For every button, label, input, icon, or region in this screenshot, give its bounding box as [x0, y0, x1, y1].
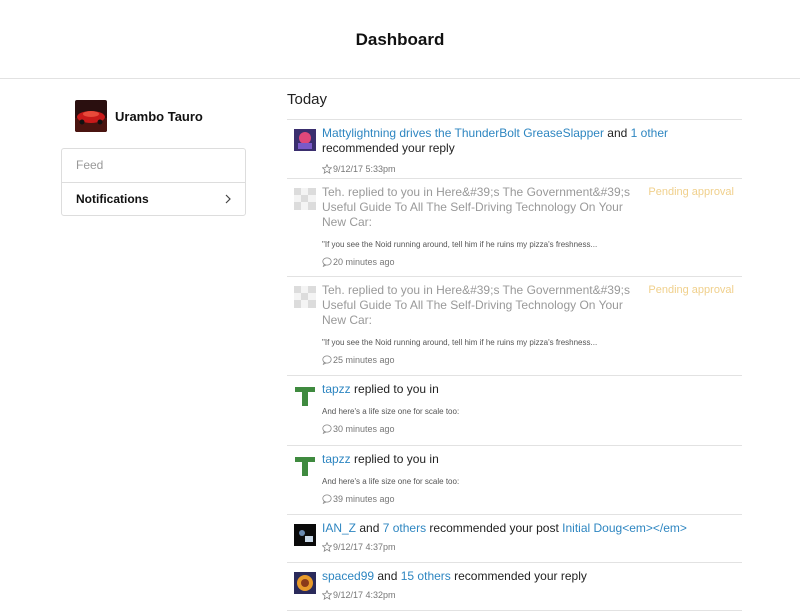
others-link[interactable]: 7 others	[383, 521, 426, 535]
chevron-right-icon	[225, 194, 231, 204]
timestamp: 39 minutes ago	[322, 494, 738, 504]
reply-excerpt: "If you see the Noid running around, tel…	[322, 240, 598, 249]
sidebar-item-notifications[interactable]: Notifications	[62, 182, 245, 215]
list-item[interactable]: tapzz replied to you in And here's a lif…	[287, 446, 742, 515]
notification-text: tapzz replied to you in	[322, 452, 439, 466]
comment-icon	[322, 494, 332, 504]
page-title: Dashboard	[355, 30, 445, 49]
notification-text: IAN_Z and 7 others recommended your post…	[322, 521, 687, 535]
sidebar-item-feed[interactable]: Feed	[62, 149, 245, 182]
avatar[interactable]	[75, 100, 107, 132]
reply-excerpt: And here's a life size one for scale too…	[322, 477, 460, 486]
star-icon	[322, 590, 332, 600]
timestamp: 9/12/17 5:33pm	[322, 164, 738, 174]
header-bar: Dashboard	[0, 0, 800, 79]
reply-excerpt: "If you see the Noid running around, tel…	[322, 338, 598, 347]
list-item[interactable]: spaced99 and 15 others recommended your …	[287, 563, 742, 611]
list-item[interactable]: Teh. replied to you in Here&#39;s The Go…	[287, 277, 742, 376]
comment-icon	[322, 257, 332, 267]
sidebar-item-label: Feed	[76, 158, 104, 172]
actor-link[interactable]: Mattylightning drives the ThunderBolt Gr…	[322, 126, 604, 140]
timestamp: 9/12/17 4:32pm	[322, 590, 738, 600]
comment-icon	[322, 424, 332, 434]
star-icon	[322, 542, 332, 552]
timestamp: 20 minutes ago	[322, 257, 738, 267]
post-link[interactable]: Initial Doug<em></em>	[562, 521, 687, 535]
avatar[interactable]	[294, 129, 316, 151]
status-badge: Pending approval	[648, 284, 734, 296]
list-item[interactable]: Mattylightning drives the ThunderBolt Gr…	[287, 120, 742, 179]
notification-text: Mattylightning drives the ThunderBolt Gr…	[322, 126, 668, 155]
actor-link[interactable]: tapzz	[322, 452, 351, 466]
timestamp: 30 minutes ago	[322, 424, 738, 434]
avatar[interactable]	[294, 572, 316, 594]
notifications-panel: Today Mattylightning drives the ThunderB…	[287, 88, 742, 611]
avatar[interactable]	[294, 286, 316, 308]
actor-link[interactable]: spaced99	[322, 569, 374, 583]
actor-link[interactable]: tapzz	[322, 382, 351, 396]
avatar[interactable]	[294, 524, 316, 546]
star-icon	[322, 164, 332, 174]
profile-name[interactable]: Urambo Tauro	[115, 109, 203, 124]
section-title-today: Today	[287, 88, 742, 120]
user-profile[interactable]: Urambo Tauro	[75, 100, 203, 132]
timestamp: 25 minutes ago	[322, 355, 738, 365]
avatar[interactable]	[294, 455, 316, 477]
others-link[interactable]: 15 others	[401, 569, 451, 583]
timestamp: 9/12/17 4:37pm	[322, 542, 738, 552]
list-item[interactable]: tapzz replied to you in And here's a lif…	[287, 376, 742, 446]
avatar[interactable]	[294, 385, 316, 407]
list-item[interactable]: IAN_Z and 7 others recommended your post…	[287, 515, 742, 563]
sidebar-item-label: Notifications	[76, 192, 149, 206]
notification-text: spaced99 and 15 others recommended your …	[322, 569, 587, 583]
notification-text: tapzz replied to you in	[322, 382, 439, 396]
list-item[interactable]: Teh. replied to you in Here&#39;s The Go…	[287, 179, 742, 277]
actor-link[interactable]: IAN_Z	[322, 521, 356, 535]
avatar[interactable]	[294, 188, 316, 210]
comment-icon	[322, 355, 332, 365]
others-link[interactable]: 1 other	[631, 126, 668, 140]
status-badge: Pending approval	[648, 186, 734, 198]
reply-excerpt: And here's a life size one for scale too…	[322, 407, 460, 416]
sidebar-nav: Feed Notifications	[61, 148, 246, 216]
